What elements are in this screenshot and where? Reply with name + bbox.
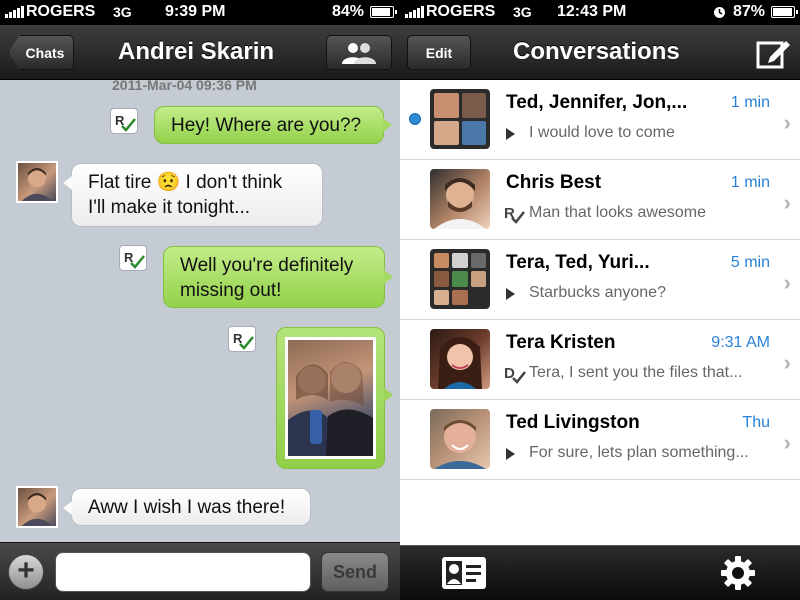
conversation-time: 9:31 AM bbox=[711, 334, 770, 351]
conversation-time: 5 min bbox=[730, 254, 770, 271]
conversation-name: Tera Kristen bbox=[506, 332, 616, 353]
message-bubble-incoming[interactable]: Flat tire 😟 I don't think I'll make it t… bbox=[63, 163, 323, 227]
conversation-name: Chris Best bbox=[506, 172, 602, 193]
conversation-time: 1 min bbox=[730, 94, 770, 111]
conversation-preview: Starbucks anyone? bbox=[529, 284, 666, 301]
message-text: Hey! Where are you?? bbox=[171, 115, 362, 136]
status-bar: ROGERS 3G 12:43 PM 87% bbox=[400, 0, 800, 25]
conversation-row[interactable]: Ted, Jennifer, Jon,... 1 min I would lov… bbox=[400, 80, 800, 160]
conversation-time: 1 min bbox=[730, 174, 770, 191]
message-text: Well you're definitely bbox=[180, 255, 354, 276]
status-time: 12:43 PM bbox=[557, 3, 627, 20]
conversation-time: Thu bbox=[742, 414, 770, 431]
clock-icon bbox=[714, 7, 725, 18]
message-text: Flat tire 😟 I don't think bbox=[88, 172, 283, 193]
chats-back-button[interactable]: Chats bbox=[8, 35, 74, 70]
contact-card-icon[interactable] bbox=[441, 556, 487, 590]
read-receipt-icon: R bbox=[504, 205, 525, 224]
delivered-receipt-icon: D bbox=[504, 365, 526, 384]
conversation-row[interactable]: Chris Best 1 min R Man that looks awesom… bbox=[400, 160, 800, 240]
tab-bar bbox=[400, 545, 800, 600]
carrier-label: ROGERS bbox=[426, 3, 496, 20]
date-stamp: 2011-Mar-04 09:36 PM bbox=[112, 77, 257, 93]
chat-screen: ROGERS 3G 9:39 PM 84% Chats Andrei Skari… bbox=[0, 0, 400, 600]
chevron-right-icon: › bbox=[783, 270, 791, 295]
people-icon bbox=[342, 42, 376, 64]
chevron-right-icon: › bbox=[783, 350, 791, 375]
message-composer: + Send bbox=[0, 542, 400, 600]
conversations-nav-bar: Edit Conversations bbox=[400, 25, 800, 80]
group-avatar bbox=[430, 89, 490, 149]
attach-plus-button[interactable]: + bbox=[8, 554, 44, 590]
message-text: Aww I wish I was there! bbox=[88, 497, 286, 518]
contact-avatar bbox=[430, 169, 490, 229]
conversation-preview: For sure, lets plan something... bbox=[529, 444, 749, 461]
contact-avatar[interactable] bbox=[16, 486, 58, 528]
edit-button[interactable]: Edit bbox=[407, 35, 471, 70]
conversation-row[interactable]: Ted Livingston Thu For sure, lets plan s… bbox=[400, 400, 800, 480]
conversation-row[interactable]: Tera, Ted, Yuri... 5 min Starbucks anyon… bbox=[400, 240, 800, 320]
carrier-label: ROGERS bbox=[26, 3, 96, 20]
network-label: 3G bbox=[513, 4, 532, 20]
read-receipt-icon: R bbox=[119, 245, 147, 271]
conversation-preview: I would love to come bbox=[529, 124, 675, 141]
battery-icon bbox=[370, 6, 397, 18]
conversation-name: Tera, Ted, Yuri... bbox=[506, 252, 650, 273]
unread-indicator-icon bbox=[409, 113, 421, 125]
message-bubble-outgoing[interactable]: Hey! Where are you?? bbox=[154, 106, 392, 144]
battery-percent: 84% bbox=[332, 3, 365, 20]
read-receipt-icon: R bbox=[228, 326, 256, 352]
message-text: I'll make it tonight... bbox=[88, 197, 251, 218]
network-label: 3G bbox=[113, 4, 132, 20]
contact-avatar[interactable] bbox=[16, 161, 58, 203]
conversation-preview: Man that looks awesome bbox=[529, 204, 706, 221]
message-text: missing out! bbox=[180, 280, 282, 301]
chats-back-label: Chats bbox=[25, 44, 65, 61]
conversation-row[interactable]: Tera Kristen 9:31 AM D Tera, I sent you … bbox=[400, 320, 800, 400]
message-bubble-incoming[interactable]: Aww I wish I was there! bbox=[63, 488, 311, 526]
battery-percent: 87% bbox=[733, 3, 766, 20]
chevron-right-icon: › bbox=[783, 190, 791, 215]
plus-icon: + bbox=[17, 554, 35, 587]
profile-button[interactable] bbox=[326, 35, 392, 70]
contact-avatar bbox=[430, 409, 490, 469]
conversation-name: Ted, Jennifer, Jon,... bbox=[506, 92, 688, 113]
conversation-name: Ted Livingston bbox=[506, 412, 640, 433]
compose-icon[interactable] bbox=[756, 37, 792, 69]
status-time: 9:39 PM bbox=[165, 3, 226, 20]
sent-status-icon bbox=[506, 288, 515, 300]
signal-icon bbox=[405, 6, 424, 18]
photo-thumbnail[interactable] bbox=[285, 337, 376, 459]
sent-status-icon bbox=[506, 448, 515, 460]
photo-image bbox=[288, 362, 373, 456]
read-receipt-icon: R bbox=[110, 108, 138, 134]
group-avatar bbox=[430, 249, 490, 309]
chat-nav-bar: Chats Andrei Skarin bbox=[0, 25, 400, 80]
battery-icon bbox=[771, 6, 798, 18]
conversations-screen: ROGERS 3G 12:43 PM 87% Edit Conversation… bbox=[400, 0, 800, 600]
message-bubble-outgoing[interactable]: Well you're definitely missing out! bbox=[163, 246, 393, 308]
signal-icon bbox=[5, 6, 24, 18]
conversation-preview: Tera, I sent you the files that... bbox=[529, 364, 743, 381]
sent-status-icon bbox=[506, 128, 515, 140]
contact-avatar bbox=[430, 329, 490, 389]
send-button[interactable]: Send bbox=[321, 552, 389, 592]
chevron-right-icon: › bbox=[783, 430, 791, 455]
gear-icon[interactable] bbox=[720, 555, 756, 591]
message-input[interactable] bbox=[55, 552, 311, 592]
status-bar: ROGERS 3G 9:39 PM 84% bbox=[0, 0, 400, 25]
chevron-right-icon: › bbox=[783, 110, 791, 135]
conversations-title: Conversations bbox=[513, 38, 680, 65]
chat-title: Andrei Skarin bbox=[118, 38, 275, 65]
photo-message-bubble[interactable] bbox=[276, 327, 393, 469]
